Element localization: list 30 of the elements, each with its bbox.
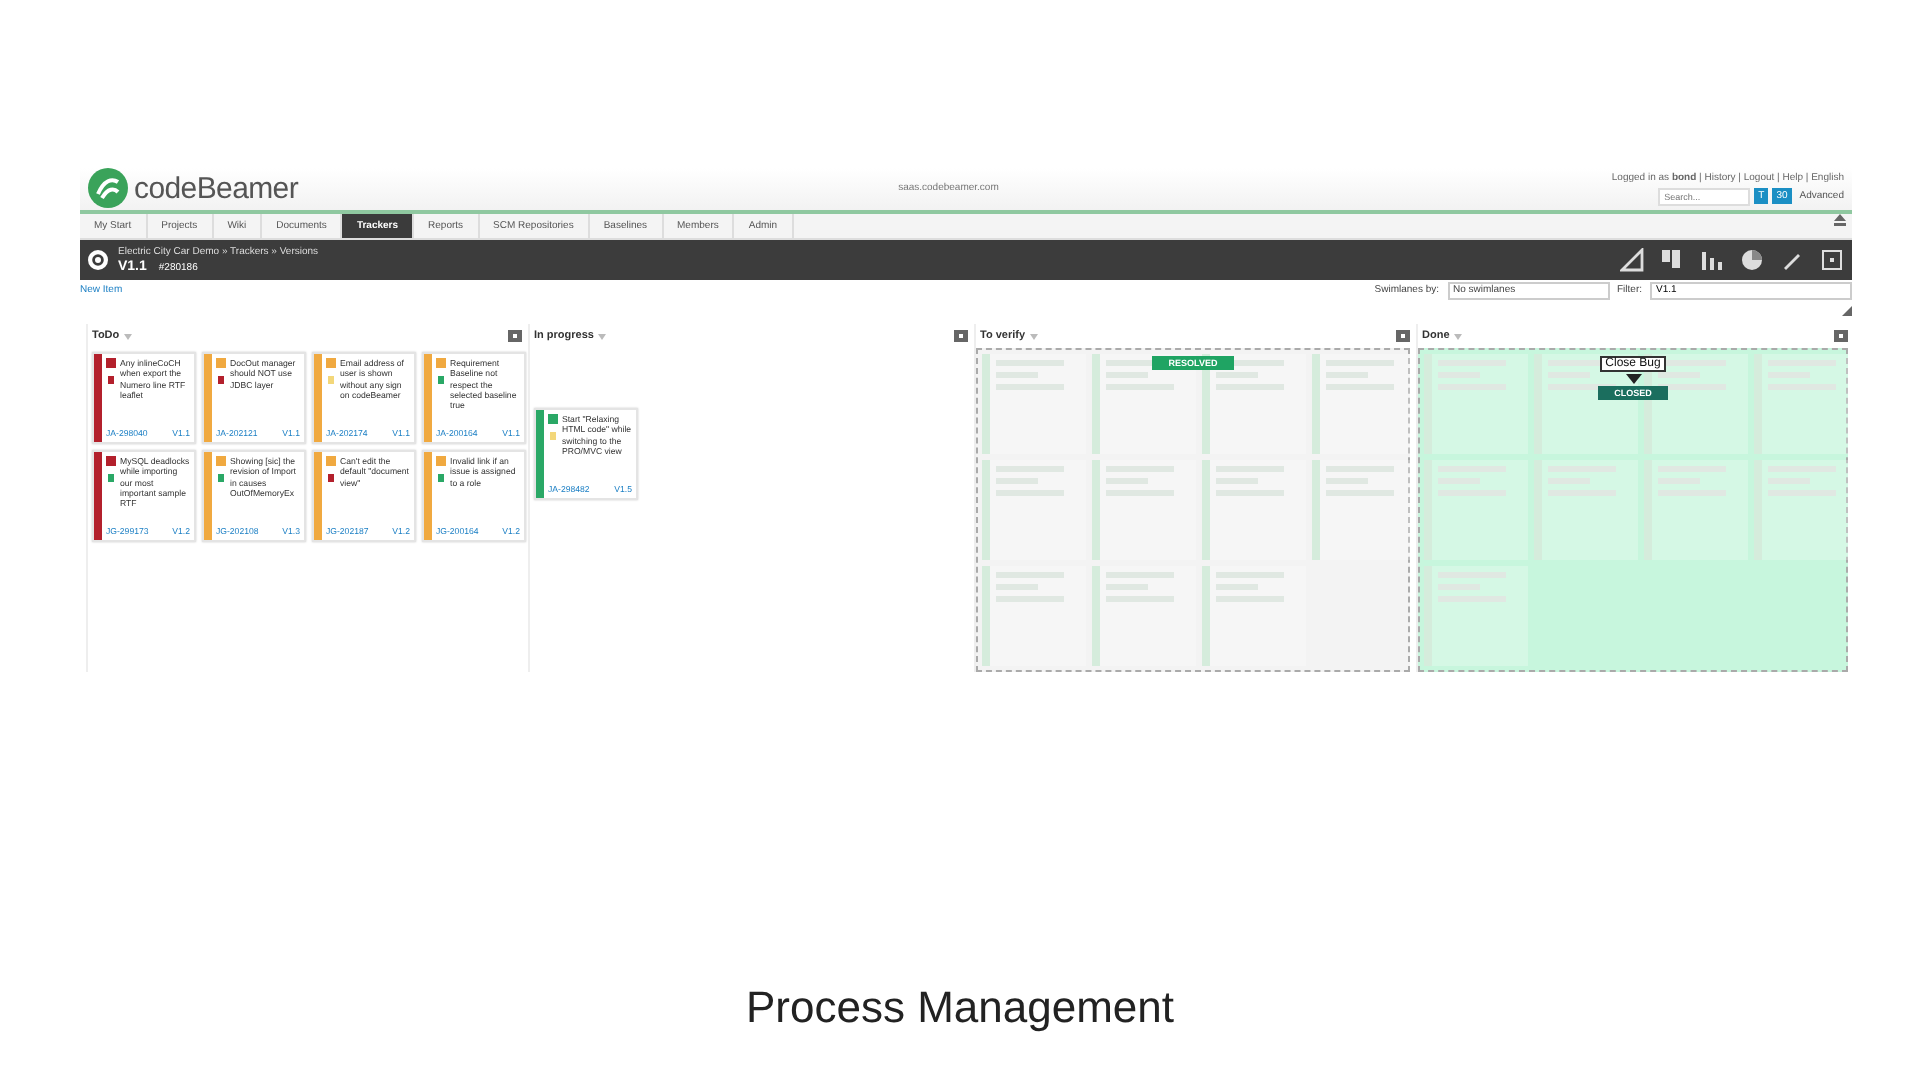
tracker-icon <box>106 456 116 467</box>
tracker-icon <box>216 456 226 467</box>
faded-card <box>1424 354 1528 455</box>
column-menu-icon[interactable] <box>508 330 522 343</box>
tracker-icon <box>436 456 446 467</box>
bar-chart-icon[interactable] <box>1700 248 1724 273</box>
cards-icon[interactable] <box>1660 248 1684 273</box>
eject-icon[interactable] <box>1834 213 1852 226</box>
arrow-down-icon <box>1625 374 1641 385</box>
faded-card <box>1534 460 1638 561</box>
column-menu-icon[interactable] <box>954 330 968 343</box>
export-icon[interactable] <box>1820 248 1844 273</box>
faded-card <box>1644 460 1748 561</box>
pencil-icon[interactable] <box>1780 248 1804 273</box>
tracker-icon <box>548 414 558 425</box>
slide-caption: Process Management <box>744 982 1176 1034</box>
resize-icon[interactable] <box>1842 306 1852 317</box>
tracker-icon <box>216 358 226 369</box>
tracker-icon <box>106 358 116 369</box>
column-menu-icon[interactable] <box>1834 330 1848 343</box>
pie-chart-icon[interactable] <box>1740 248 1764 273</box>
faded-card <box>1424 566 1528 667</box>
tracker-icon <box>326 358 336 369</box>
logo-text: codeBeamer <box>134 171 299 206</box>
tracker-icon <box>436 358 446 369</box>
tracker-icon <box>326 456 336 467</box>
settings-icon[interactable] <box>88 250 108 271</box>
ruler-icon[interactable] <box>1620 248 1644 273</box>
faded-card <box>1424 460 1528 561</box>
column-menu-icon[interactable] <box>1396 330 1410 343</box>
